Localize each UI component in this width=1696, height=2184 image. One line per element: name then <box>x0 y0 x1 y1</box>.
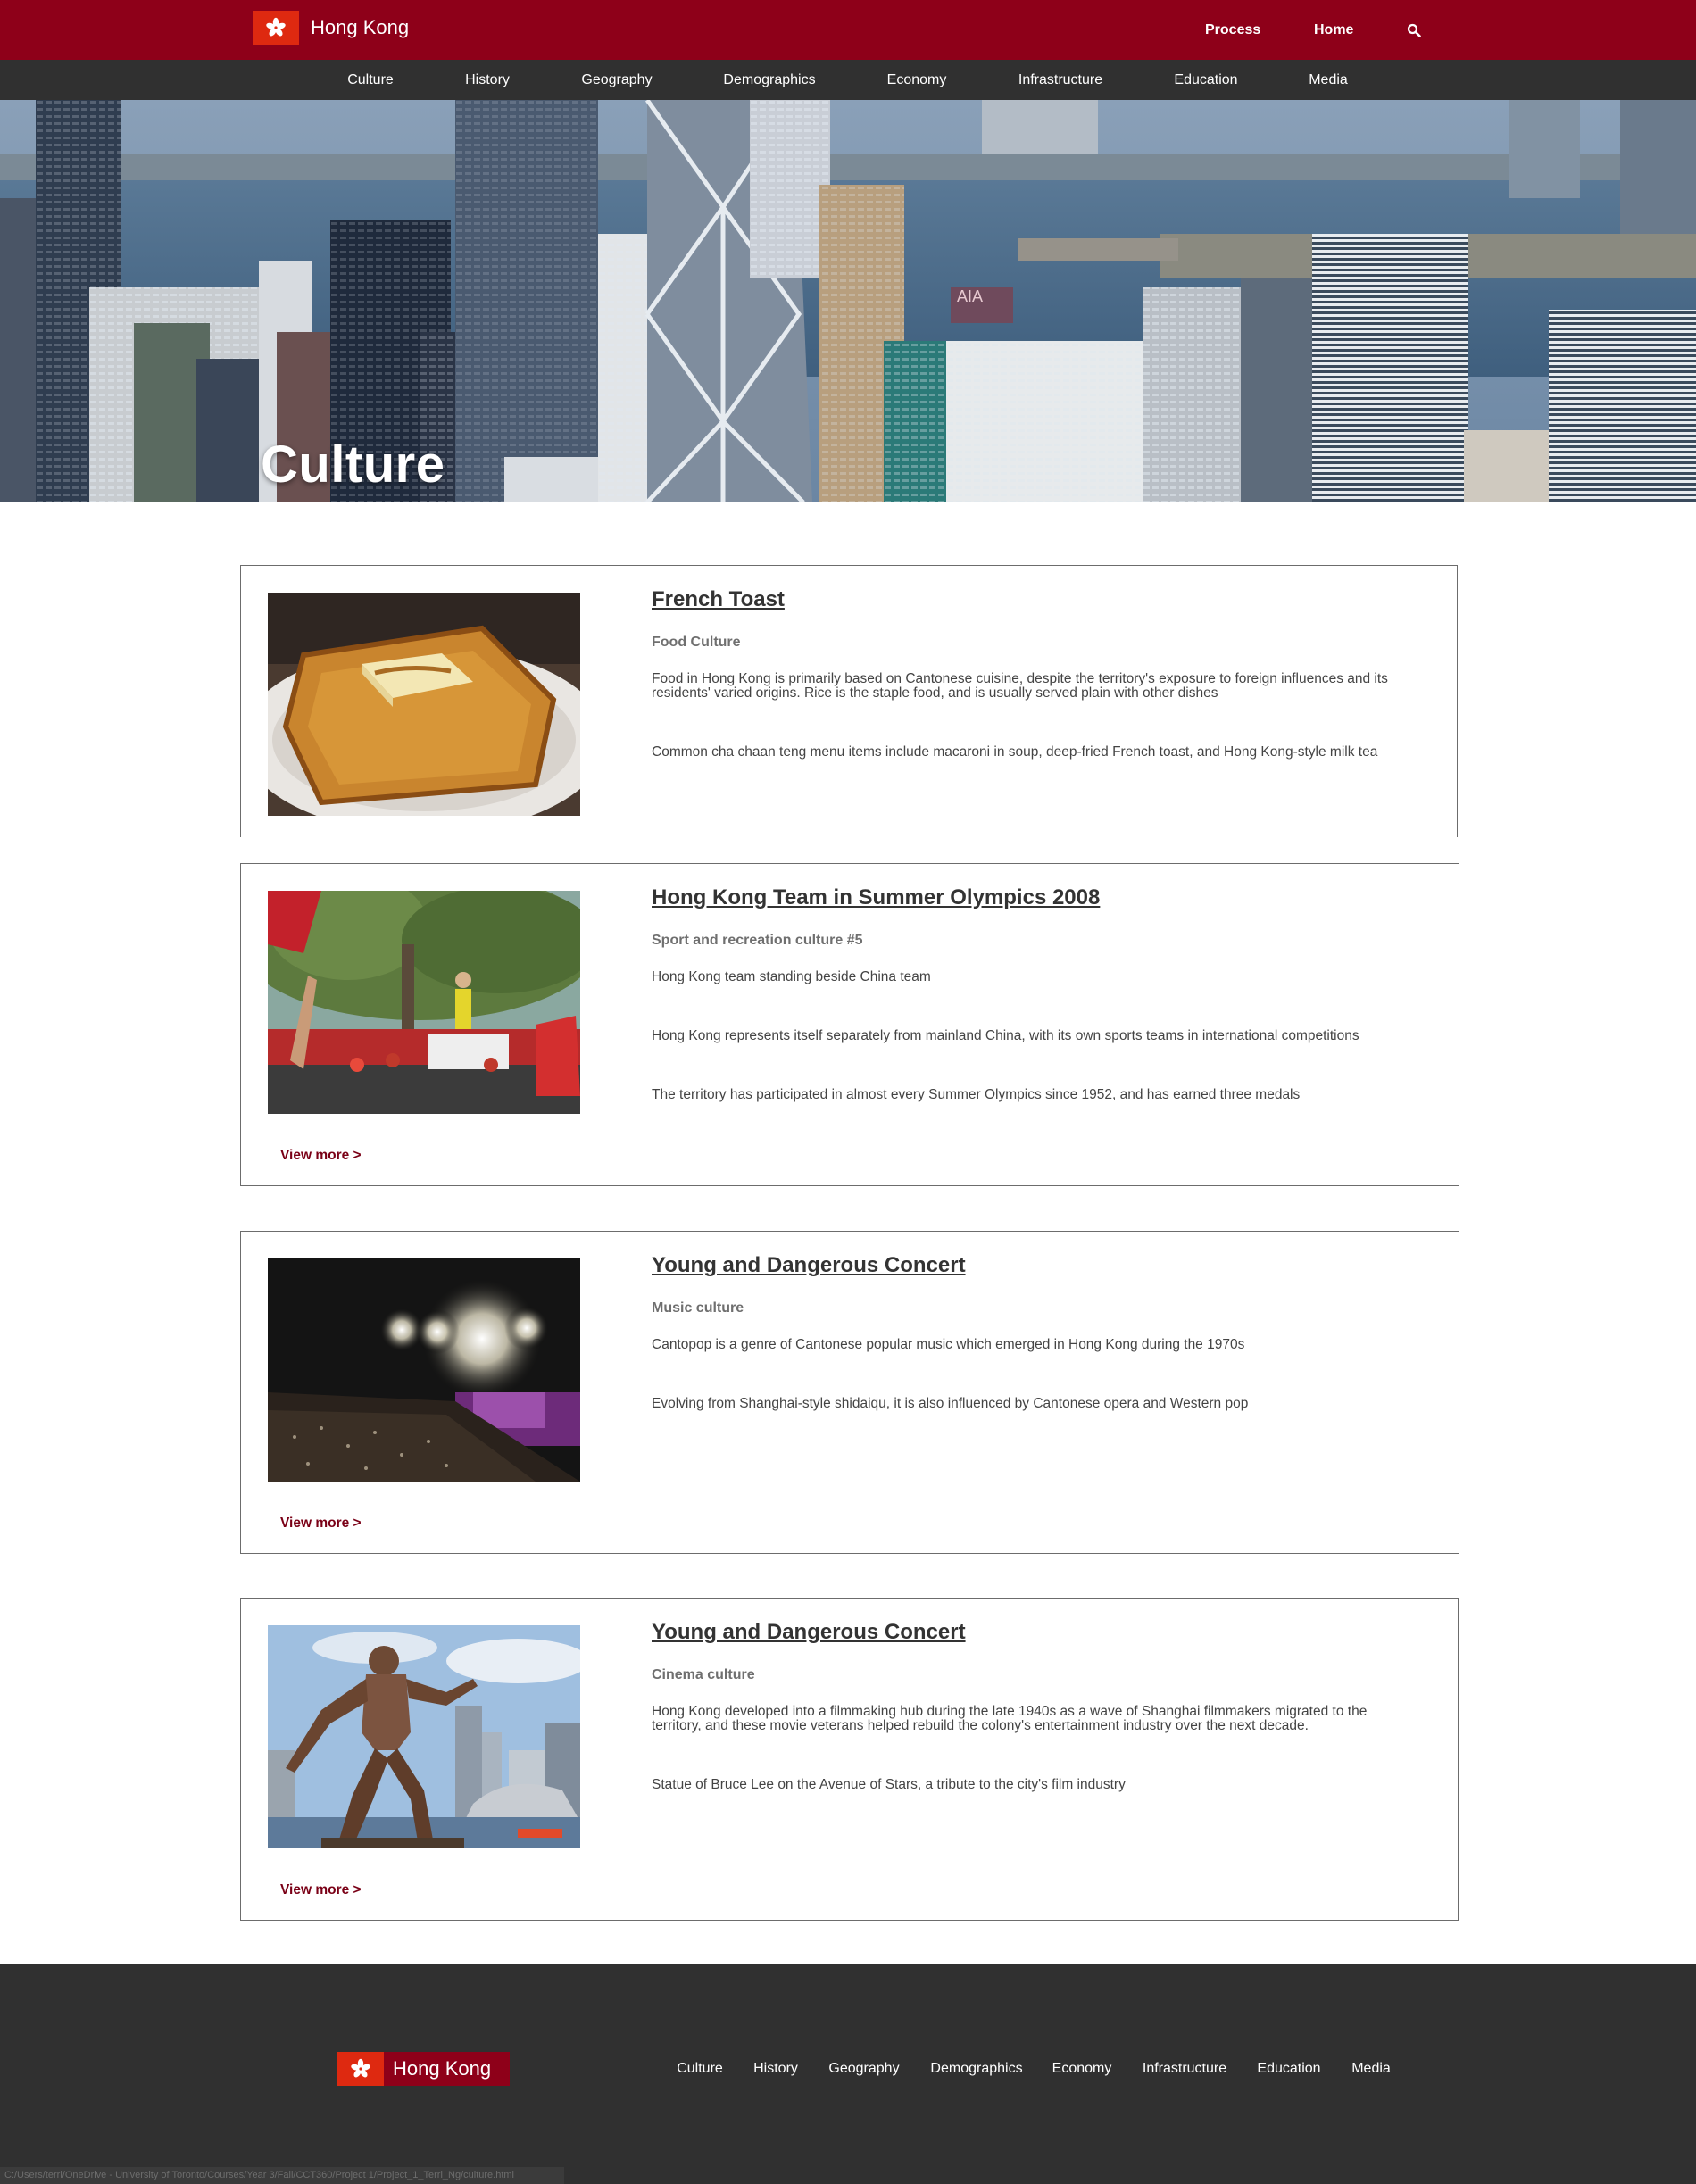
card-title[interactable]: Hong Kong Team in Summer Olympics 2008 <box>652 885 1100 910</box>
card-paragraph: Cantopop is a genre of Cantonese popular… <box>652 1337 1245 1352</box>
view-more-link[interactable]: View more > <box>280 1516 362 1532</box>
card-category: Food Culture <box>652 635 741 650</box>
footer-link-infrastructure[interactable]: Infrastructure <box>1143 2059 1226 2079</box>
culture-card-cinema: Young and Dangerous Concert Cinema cultu… <box>240 1598 1459 1921</box>
brand-name: Hong Kong <box>311 16 410 38</box>
bauhinia-flag-icon <box>253 11 299 45</box>
footer-link-demographics[interactable]: Demographics <box>930 2059 1022 2079</box>
culture-card-music: Young and Dangerous Concert Music cultur… <box>240 1231 1459 1554</box>
card-paragraph: The territory has participated in almost… <box>652 1087 1301 1102</box>
card-paragraph: Common cha chaan teng menu items include… <box>652 744 1378 760</box>
card-paragraph: Hong Kong represents itself separately f… <box>652 1028 1359 1043</box>
card-title[interactable]: Young and Dangerous Concert <box>652 1253 966 1278</box>
skyline-image: AIA <box>0 100 1696 502</box>
view-more-link[interactable]: View more > <box>280 1882 362 1898</box>
subnav-education[interactable]: Education <box>1174 60 1237 100</box>
footer-link-media[interactable]: Media <box>1351 2059 1391 2079</box>
subnav-history[interactable]: History <box>465 60 510 100</box>
card-paragraph: Statue of Bruce Lee on the Avenue of Sta… <box>652 1777 1126 1792</box>
card-category: Sport and recreation culture #5 <box>652 933 863 948</box>
subnav-geography[interactable]: Geography <box>581 60 652 100</box>
section-nav: Culture History Geography Demographics E… <box>0 60 1696 100</box>
card-paragraph: Evolving from Shanghai-style shidaiqu, i… <box>652 1396 1249 1411</box>
subnav-demographics[interactable]: Demographics <box>723 60 815 100</box>
subnav-culture[interactable]: Culture <box>347 60 394 100</box>
footer-link-economy[interactable]: Economy <box>1052 2059 1112 2079</box>
page-title: Culture <box>261 436 445 494</box>
french-toast-image <box>268 593 580 816</box>
subnav-infrastructure[interactable]: Infrastructure <box>1018 60 1102 100</box>
footer: Hong Kong Culture History Geography Demo… <box>0 1964 1696 2184</box>
svg-text:AIA: AIA <box>957 287 983 305</box>
card-paragraph: Hong Kong developed into a filmmaking hu… <box>652 1704 1368 1733</box>
top-header: Hong Kong Process Home <box>0 0 1696 60</box>
card-category: Cinema culture <box>652 1667 755 1682</box>
nav-process-link[interactable]: Process <box>1205 0 1260 60</box>
subnav-economy[interactable]: Economy <box>887 60 947 100</box>
culture-card-sport: Hong Kong Team in Summer Olympics 2008 S… <box>240 863 1459 1186</box>
footer-link-history[interactable]: History <box>753 2059 798 2079</box>
footer-link-culture[interactable]: Culture <box>677 2059 723 2079</box>
bruce-lee-statue-image <box>268 1625 580 1848</box>
footer-link-education[interactable]: Education <box>1257 2059 1320 2079</box>
footer-link-geography[interactable]: Geography <box>828 2059 899 2079</box>
concert-image <box>268 1258 580 1482</box>
olympics-team-image <box>268 891 580 1114</box>
subnav-media[interactable]: Media <box>1309 60 1348 100</box>
footer-brand-logo[interactable]: Hong Kong <box>337 2052 510 2086</box>
culture-card-food: French Toast Food Culture Food in Hong K… <box>240 565 1458 837</box>
browser-status-bar: C:/Users/terri/OneDrive - University of … <box>0 2167 564 2184</box>
bauhinia-flag-icon <box>337 2052 384 2086</box>
view-more-link[interactable]: View more > <box>280 1148 362 1164</box>
brand-logo[interactable]: Hong Kong <box>253 11 409 45</box>
card-title[interactable]: French Toast <box>652 587 785 612</box>
card-paragraph: Hong Kong team standing beside China tea… <box>652 969 931 984</box>
search-icon[interactable] <box>1403 20 1425 41</box>
card-paragraph: Food in Hong Kong is primarily based on … <box>652 671 1388 701</box>
hero-banner: AIA Culture <box>0 100 1696 502</box>
card-category: Music culture <box>652 1300 744 1316</box>
footer-brand-name: Hong Kong <box>393 2057 492 2080</box>
nav-home-link[interactable]: Home <box>1314 0 1353 60</box>
card-title[interactable]: Young and Dangerous Concert <box>652 1620 966 1645</box>
